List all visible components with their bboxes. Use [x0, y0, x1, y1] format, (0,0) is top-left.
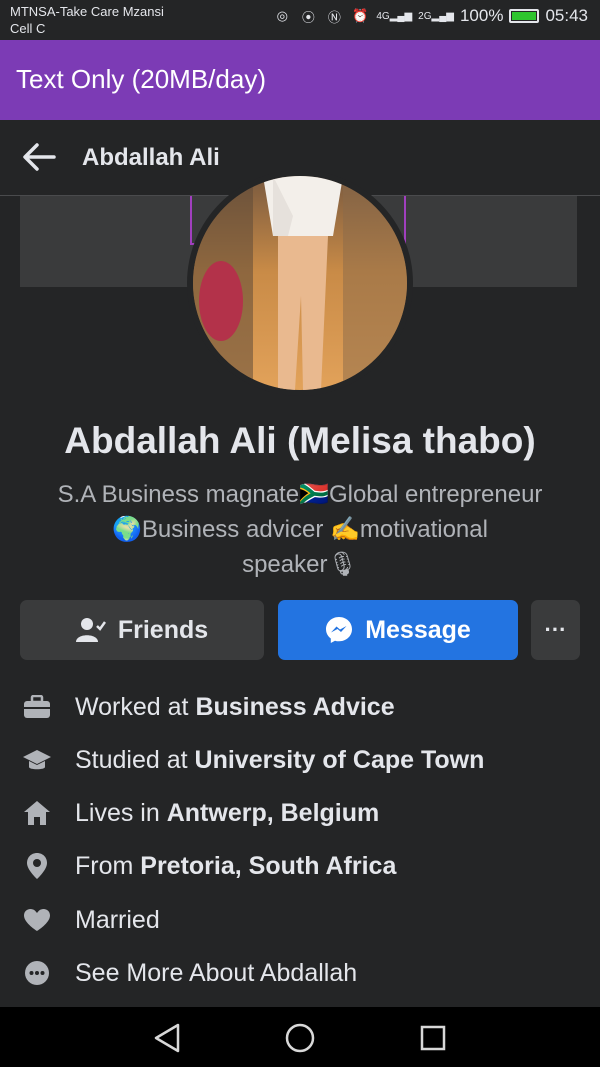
- carrier-secondary: Cell C: [10, 21, 46, 36]
- bio-line: S.A Business magnate🇿🇦Global entrepreneu…: [57, 481, 543, 508]
- bio-line: speaker🎙: [242, 551, 358, 578]
- info-text: Worked at Business Advice: [75, 693, 395, 722]
- friends-check-icon: [75, 618, 106, 642]
- heart-icon: [22, 905, 52, 935]
- info-row-education[interactable]: Studied at University of Cape Town: [0, 740, 600, 780]
- system-nav-bar: [0, 1007, 600, 1067]
- nfc-icon: Ⓝ: [327, 9, 341, 25]
- messenger-icon: [326, 617, 353, 643]
- info-row-relationship[interactable]: Married: [0, 900, 600, 940]
- bio-line: 🌍Business advicer ✍motivational: [112, 516, 488, 543]
- profile-photo: [193, 176, 407, 390]
- status-bar: MTNSA-Take Care Mzansi Cell C ◎ ⦿ Ⓝ ⏰ 4G…: [0, 0, 600, 40]
- more-dots-icon: ···: [544, 617, 567, 642]
- info-value: University of Cape Town: [194, 745, 485, 774]
- info-value: Business Advice: [195, 692, 395, 721]
- alarm-icon: ⏰: [352, 8, 369, 23]
- page-title: Abdallah Ali: [82, 144, 220, 171]
- info-prefix: Lives in: [75, 798, 167, 827]
- nav-recents-button[interactable]: [416, 1021, 450, 1055]
- battery-icon: [509, 9, 540, 23]
- info-prefix: From: [75, 851, 141, 880]
- info-text: Lives in Antwerp, Belgium: [75, 799, 379, 828]
- avatar[interactable]: [193, 176, 407, 390]
- carrier-info: MTNSA-Take Care Mzansi Cell C: [10, 3, 164, 37]
- briefcase-icon: [22, 692, 52, 722]
- network-2g-icon: 2G ▂▄▆: [418, 10, 454, 22]
- banner-text: Text Only (20MB/day): [16, 64, 266, 94]
- message-button[interactable]: Message: [278, 600, 518, 660]
- info-text: Married: [75, 906, 160, 935]
- circle-home-icon: [285, 1023, 315, 1053]
- info-row-lives[interactable]: Lives in Antwerp, Belgium: [0, 793, 600, 833]
- more-options-button[interactable]: ···: [531, 600, 580, 660]
- info-row-work[interactable]: Worked at Business Advice: [0, 687, 600, 727]
- location-pin-icon: [22, 851, 52, 881]
- info-row-from[interactable]: From Pretoria, South Africa: [0, 846, 600, 886]
- clock: 05:43: [545, 6, 588, 25]
- more-dots-icon: [22, 958, 52, 988]
- home-icon: [22, 798, 52, 828]
- info-prefix: Worked at: [75, 692, 196, 721]
- data-mode-banner[interactable]: Text Only (20MB/day): [0, 40, 600, 120]
- profile-name: Abdallah Ali (Melisa thabo): [64, 420, 536, 461]
- info-text: See More About Abdallah: [75, 959, 357, 988]
- triangle-back-icon: [154, 1023, 180, 1053]
- info-prefix: Studied at: [75, 745, 195, 774]
- info-text: From Pretoria, South Africa: [75, 852, 396, 881]
- nav-home-button[interactable]: [283, 1021, 317, 1055]
- info-value: Antwerp, Belgium: [166, 798, 380, 827]
- network-label: 4G: [376, 10, 390, 22]
- info-text: Studied at University of Cape Town: [75, 746, 484, 775]
- network-4g-icon: 4G ▂▄▆: [376, 10, 413, 22]
- friends-label: Friends: [117, 615, 209, 644]
- profile-bio: S.A Business magnate🇿🇦Global entrepreneu…: [20, 477, 580, 582]
- back-arrow-icon: [23, 143, 56, 171]
- see-more-label: See More About Abdallah: [75, 958, 358, 987]
- location-icon: ⦿: [301, 9, 315, 25]
- see-more-about-link[interactable]: See More About Abdallah: [0, 953, 600, 993]
- network-label: 2G: [418, 10, 432, 22]
- battery-percent: 100%: [459, 6, 504, 25]
- back-button[interactable]: [22, 142, 56, 172]
- graduation-cap-icon: [22, 745, 52, 775]
- info-value: Married: [75, 905, 160, 934]
- nav-back-button[interactable]: [150, 1021, 184, 1055]
- signal-icon: ◎: [276, 8, 289, 23]
- status-icons: ◎ ⦿ Ⓝ ⏰ 4G ▂▄▆ 2G ▂▄▆ 100% 05:43: [272, 6, 588, 26]
- info-value: Pretoria, South Africa: [140, 851, 397, 880]
- carrier-name: MTNSA-Take Care Mzansi: [10, 4, 164, 19]
- square-recents-icon: [420, 1025, 446, 1051]
- friends-button[interactable]: Friends: [20, 600, 264, 660]
- message-label: Message: [365, 615, 471, 644]
